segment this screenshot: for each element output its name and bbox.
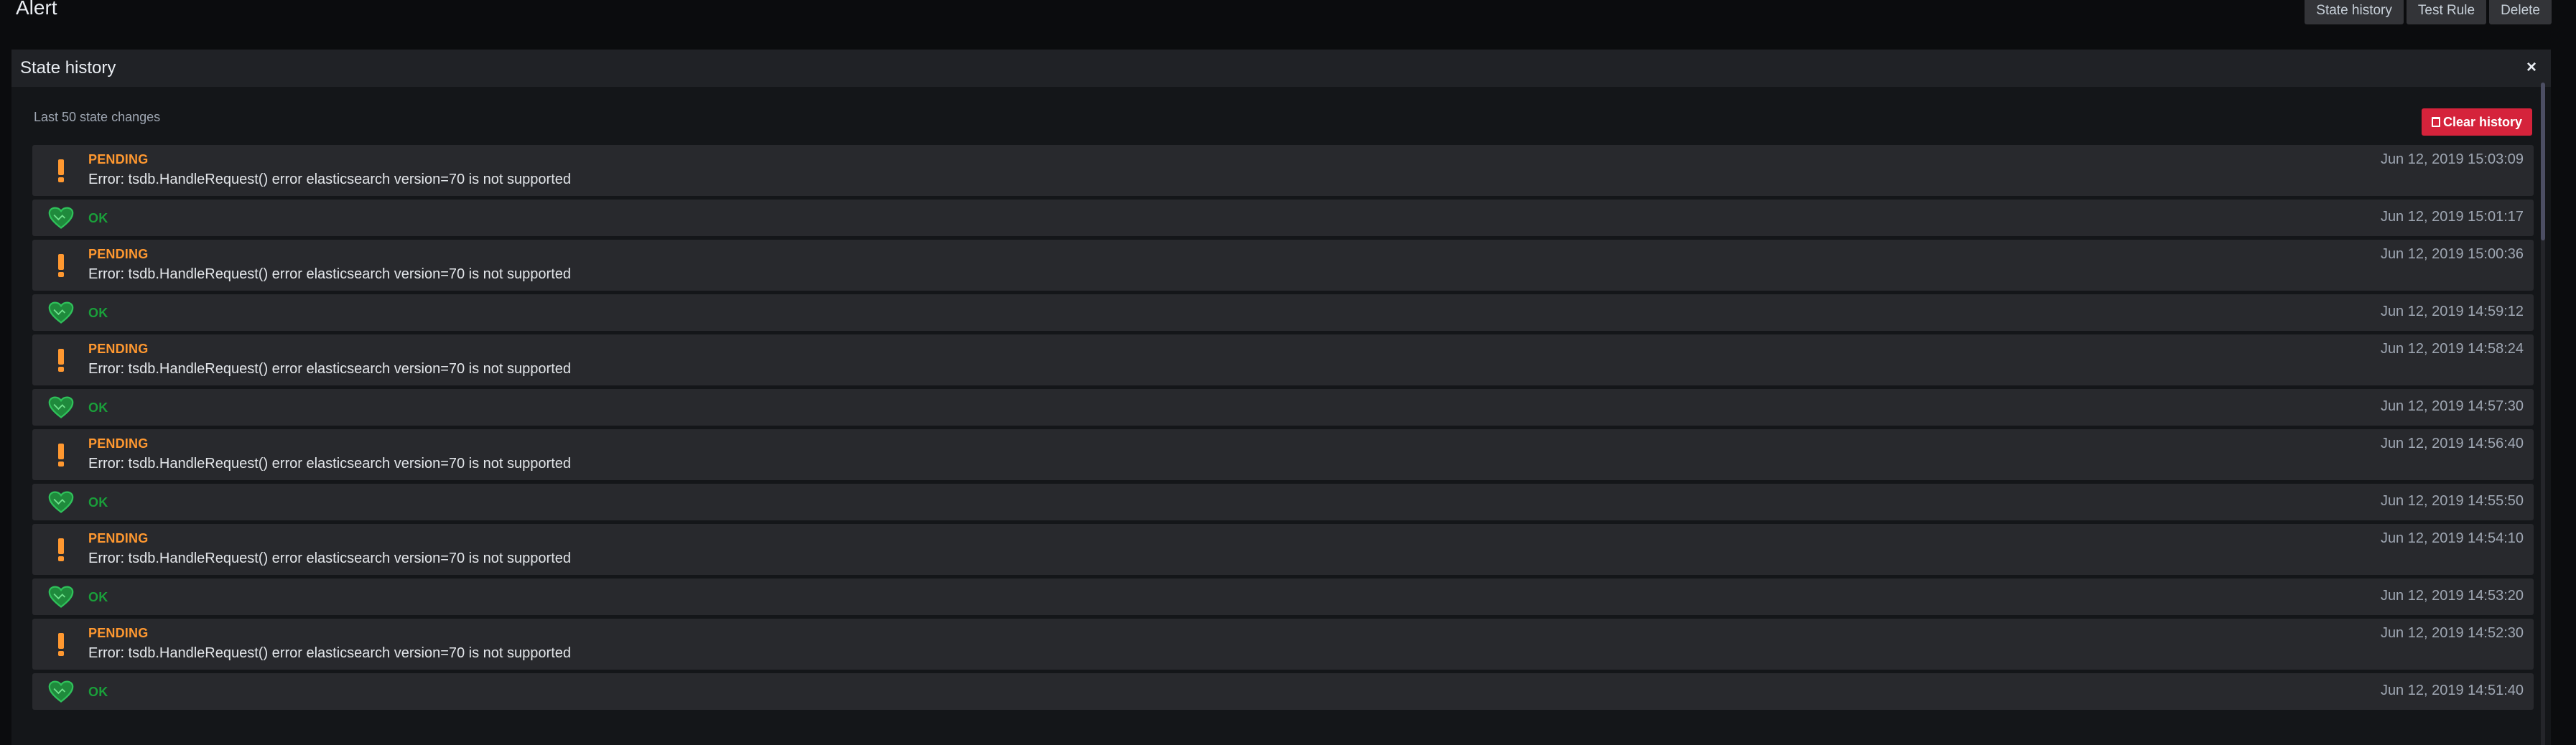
- heart-icon: [48, 394, 74, 421]
- history-row: OK Jun 12, 2019 14:51:40: [32, 673, 2534, 710]
- state-label: PENDING: [88, 531, 149, 545]
- state-label: OK: [88, 590, 108, 604]
- history-row: OK Jun 12, 2019 14:53:20: [32, 578, 2534, 615]
- heart-icon: [48, 489, 74, 516]
- state-message: Error: tsdb.HandleRequest() error elasti…: [88, 172, 571, 187]
- history-row: OK Jun 12, 2019 15:01:17: [32, 200, 2534, 236]
- state-timestamp: Jun 12, 2019 14:56:40: [2380, 436, 2524, 451]
- state-history-button[interactable]: State history: [2305, 0, 2404, 24]
- test-rule-button[interactable]: Test Rule: [2406, 0, 2487, 24]
- header-actions: State history Test Rule Delete: [2305, 0, 2552, 24]
- delete-button[interactable]: Delete: [2489, 0, 2552, 24]
- state-timestamp: Jun 12, 2019 14:54:10: [2380, 530, 2524, 546]
- close-icon[interactable]: ×: [2526, 58, 2537, 77]
- exclamation-icon: [48, 632, 74, 657]
- heart-icon: [48, 678, 74, 706]
- state-message: Error: tsdb.HandleRequest() error elasti…: [88, 456, 571, 472]
- exclamation-icon: [48, 537, 74, 563]
- state-label: PENDING: [88, 247, 149, 261]
- state-timestamp: Jun 12, 2019 14:51:40: [2380, 683, 2524, 698]
- state-timestamp: Jun 12, 2019 14:59:12: [2380, 304, 2524, 319]
- drawer-header: State history ×: [11, 50, 2551, 87]
- state-label: OK: [88, 495, 108, 510]
- state-timestamp: Jun 12, 2019 14:53:20: [2380, 588, 2524, 604]
- history-row: OK Jun 12, 2019 14:55:50: [32, 484, 2534, 520]
- exclamation-icon: [48, 253, 74, 278]
- drawer-title: State history: [20, 58, 116, 78]
- exclamation-icon: [48, 347, 74, 373]
- history-row: PENDING Error: tsdb.HandleRequest() error…: [32, 334, 2534, 385]
- state-timestamp: Jun 12, 2019 15:03:09: [2380, 151, 2524, 167]
- state-timestamp: Jun 12, 2019 14:57:30: [2380, 398, 2524, 414]
- scrollbar-thumb[interactable]: [2541, 83, 2545, 240]
- state-timestamp: Jun 12, 2019 14:52:30: [2380, 625, 2524, 641]
- state-message: Error: tsdb.HandleRequest() error elasti…: [88, 645, 571, 661]
- state-label: OK: [88, 211, 108, 225]
- history-row: PENDING Error: tsdb.HandleRequest() error…: [32, 240, 2534, 291]
- state-timestamp: Jun 12, 2019 15:00:36: [2380, 246, 2524, 262]
- state-timestamp: Jun 12, 2019 14:55:50: [2380, 493, 2524, 509]
- scrollbar[interactable]: [2541, 83, 2545, 745]
- state-history-drawer: State history × Last 50 state changes Cl…: [11, 50, 2551, 745]
- state-message: Error: tsdb.HandleRequest() error elasti…: [88, 266, 571, 282]
- exclamation-icon: [48, 442, 74, 468]
- state-label: PENDING: [88, 626, 149, 640]
- state-timestamp: Jun 12, 2019 15:01:17: [2380, 209, 2524, 225]
- clear-history-button[interactable]: Clear history: [2421, 108, 2532, 136]
- state-label: OK: [88, 400, 108, 415]
- state-timestamp: Jun 12, 2019 14:58:24: [2380, 341, 2524, 357]
- state-label: PENDING: [88, 436, 149, 451]
- state-changes-count: Last 50 state changes: [34, 110, 161, 124]
- heart-icon: [48, 299, 74, 327]
- history-row: OK Jun 12, 2019 14:57:30: [32, 389, 2534, 426]
- history-row: PENDING Error: tsdb.HandleRequest() error…: [32, 619, 2534, 670]
- page-title: Alert: [16, 0, 57, 19]
- history-list: PENDING Error: tsdb.HandleRequest() error…: [32, 145, 2534, 713]
- history-row: OK Jun 12, 2019 14:59:12: [32, 294, 2534, 331]
- state-label: OK: [88, 685, 108, 699]
- state-message: Error: tsdb.HandleRequest() error elasti…: [88, 550, 571, 566]
- state-label: PENDING: [88, 152, 149, 167]
- trash-icon: [2431, 117, 2440, 127]
- history-row: PENDING Error: tsdb.HandleRequest() error…: [32, 145, 2534, 196]
- alert-page: Alert State history Test Rule Delete Sta…: [0, 0, 2576, 745]
- exclamation-icon: [48, 158, 74, 184]
- history-row: PENDING Error: tsdb.HandleRequest() error…: [32, 429, 2534, 480]
- clear-history-label: Clear history: [2442, 115, 2522, 129]
- heart-icon: [48, 205, 74, 232]
- history-row: PENDING Error: tsdb.HandleRequest() error…: [32, 524, 2534, 575]
- state-message: Error: tsdb.HandleRequest() error elasti…: [88, 361, 571, 377]
- heart-icon: [48, 584, 74, 611]
- state-label: PENDING: [88, 342, 149, 356]
- state-label: OK: [88, 306, 108, 320]
